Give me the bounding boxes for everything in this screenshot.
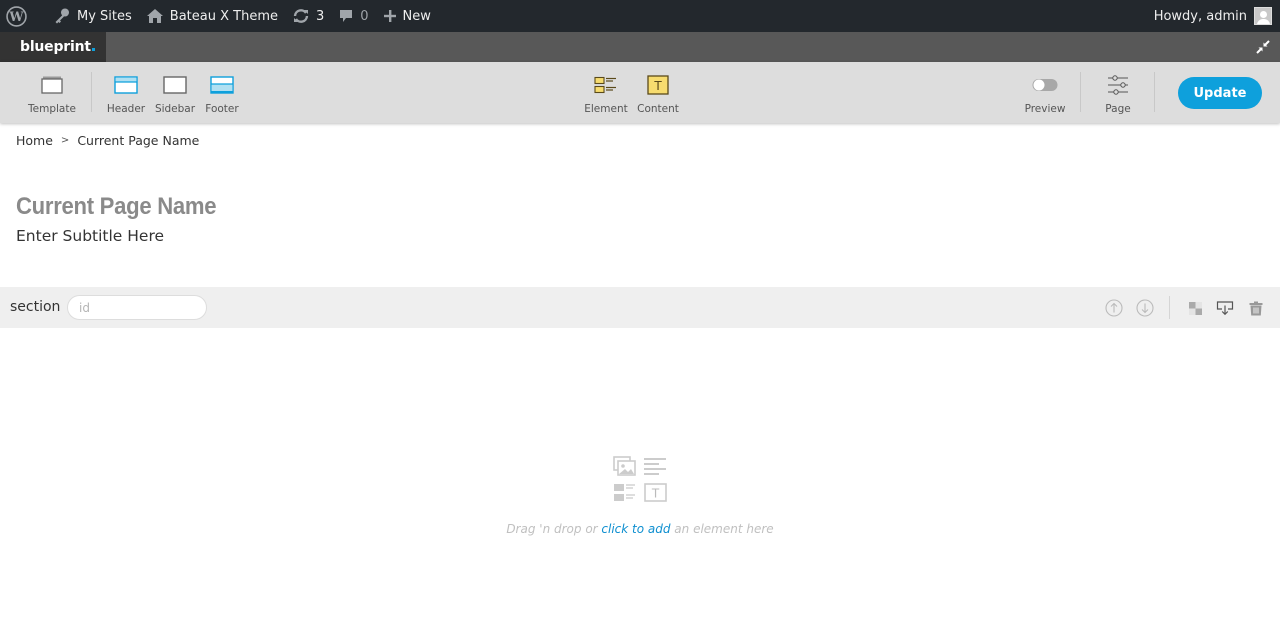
sidebar-label: Sidebar	[154, 103, 196, 115]
avatar	[1254, 7, 1272, 25]
template-label: Template	[28, 103, 76, 115]
checker-icon	[1188, 301, 1202, 315]
content-button[interactable]: T Content	[636, 62, 680, 123]
new-label: New	[402, 8, 431, 24]
element-list-icon	[614, 484, 635, 501]
comments-button[interactable]: 0	[331, 0, 375, 32]
collapse-icon[interactable]	[1256, 40, 1270, 54]
delete-section-button[interactable]	[1246, 298, 1266, 318]
section-toolbar-divider	[1169, 296, 1170, 319]
my-sites-label: My Sites	[77, 8, 132, 24]
greeting: Howdy, admin	[1153, 8, 1247, 24]
logo-text: blueprint	[20, 39, 91, 55]
comments-count: 0	[360, 8, 369, 24]
sidebar-button[interactable]: Sidebar	[153, 62, 197, 123]
move-down-button[interactable]	[1135, 298, 1155, 318]
section-id-input[interactable]	[67, 295, 207, 320]
move-up-button[interactable]	[1104, 298, 1124, 318]
site-name-label: Bateau X Theme	[169, 8, 278, 24]
builder-toolbar: Template Header Sidebar Footer Element T…	[0, 62, 1280, 123]
drop-zone-hint: Drag 'n drop or click to add an element …	[0, 522, 1280, 536]
arrow-down-circle-icon	[1136, 299, 1154, 317]
element-label: Element	[584, 103, 628, 115]
updates-button[interactable]: 3	[285, 0, 331, 32]
site-name-menu[interactable]: Bateau X Theme	[139, 0, 285, 32]
click-to-add-link[interactable]: click to add	[601, 522, 670, 536]
sidebar-layout-icon	[163, 76, 187, 94]
text-box-icon: T	[644, 483, 667, 502]
logo-dot	[91, 48, 95, 51]
key-icon	[55, 8, 69, 24]
updates-count: 3	[315, 8, 325, 24]
header-button[interactable]: Header	[104, 62, 148, 123]
toolbar-divider	[91, 72, 92, 112]
template-button[interactable]: Template	[28, 62, 76, 123]
wp-logo-button[interactable]: W	[0, 0, 40, 32]
footer-button[interactable]: Footer	[200, 62, 244, 123]
home-icon	[146, 9, 163, 23]
preview-label: Preview	[1024, 103, 1066, 115]
trash-icon	[1249, 301, 1263, 315]
drop-zone-icons: T	[613, 456, 667, 502]
header-layout-icon	[114, 76, 138, 94]
svg-text:T: T	[651, 487, 660, 501]
toolbar-divider	[1080, 72, 1081, 112]
admin-bar: W My Sites Bateau X Theme 3 0 New Howdy,…	[0, 0, 1280, 32]
updates-icon	[293, 9, 309, 23]
builder-bar: blueprint	[0, 32, 1280, 62]
update-button[interactable]: Update	[1178, 77, 1262, 109]
text-lines-icon	[644, 458, 666, 475]
account-menu[interactable]: Howdy, admin	[1147, 0, 1280, 32]
page-label: Page	[1105, 103, 1131, 115]
page-title[interactable]: Current Page Name	[16, 193, 217, 221]
breadcrumb-home[interactable]: Home	[16, 133, 53, 148]
svg-text:T: T	[653, 79, 662, 93]
content-label: Content	[637, 103, 679, 115]
new-content-menu[interactable]: New	[376, 0, 438, 32]
drop-hint-prefix: Drag 'n drop or	[506, 522, 602, 536]
template-icon	[41, 76, 63, 94]
comment-icon	[340, 10, 353, 22]
footer-label: Footer	[205, 103, 239, 115]
content-icon: T	[647, 75, 669, 95]
arrow-up-circle-icon	[1105, 299, 1123, 317]
page-settings-button[interactable]: Page	[1096, 62, 1140, 123]
toolbar-divider	[1154, 72, 1155, 112]
sliders-icon	[1108, 75, 1128, 95]
download-tray-icon	[1216, 301, 1234, 316]
my-sites-menu[interactable]: My Sites	[46, 0, 139, 32]
plus-icon	[383, 10, 396, 22]
header-label: Header	[106, 103, 146, 115]
page-subtitle[interactable]: Enter Subtitle Here	[16, 227, 164, 245]
element-icon	[594, 76, 616, 94]
preview-toggle[interactable]: Preview	[1023, 62, 1067, 123]
breadcrumb-current: Current Page Name	[77, 133, 200, 148]
element-button[interactable]: Element	[584, 62, 628, 123]
breadcrumb-separator: >	[60, 135, 70, 146]
drop-hint-suffix: an element here	[670, 522, 774, 536]
image-element-icon	[613, 456, 636, 476]
save-section-button[interactable]	[1215, 298, 1235, 318]
section-label: section	[10, 299, 61, 315]
wordpress-icon: W	[6, 5, 27, 27]
footer-layout-icon	[210, 76, 234, 94]
blueprint-logo: blueprint	[0, 32, 106, 62]
background-button[interactable]	[1185, 298, 1205, 318]
toggle-off-icon	[1032, 79, 1058, 91]
section-toolbar: section	[0, 287, 1280, 328]
svg-text:W: W	[8, 9, 24, 24]
breadcrumb: Home > Current Page Name	[16, 133, 199, 148]
